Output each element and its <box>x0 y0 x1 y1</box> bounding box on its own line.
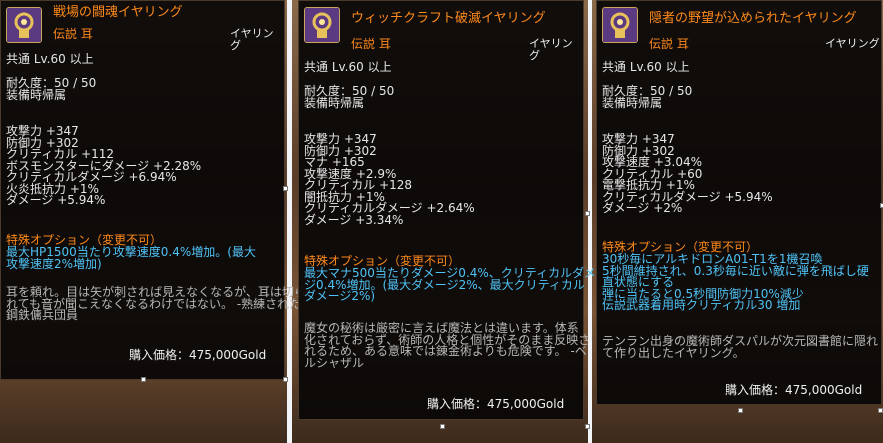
item-name: ウィッチクラフト破滅イヤリング <box>351 11 546 26</box>
item-slot: イヤリング <box>230 27 274 52</box>
special-option-text: 30秒毎にアルキドロンA01-T1を1機召喚 5秒間維持され、0.3秒毎に近い敵… <box>602 253 869 312</box>
binding: 装備時帰属 <box>304 96 365 110</box>
purchase-price: 購入価格：475,000Gold <box>725 383 863 397</box>
binding: 装備時帰属 <box>602 96 663 110</box>
resize-handle[interactable] <box>440 424 445 429</box>
item-slot: イヤリング <box>529 37 573 62</box>
resize-handle[interactable] <box>283 377 288 382</box>
resize-handle[interactable] <box>878 408 883 413</box>
lore-line: ルシャザル <box>304 355 365 370</box>
item-name: 戦場の闘魂イヤリング <box>53 5 183 20</box>
resize-handle[interactable] <box>585 424 590 429</box>
level-requirement: 共通 Lv.60 以上 <box>304 60 392 74</box>
resize-handle[interactable] <box>141 377 146 382</box>
binding: 装備時帰属 <box>6 88 67 102</box>
item-rarity: 伝説 耳 <box>649 37 689 51</box>
item-rarity: 伝説 耳 <box>53 27 93 41</box>
special-line: 攻撃速度2%増加) <box>6 256 102 271</box>
item-tooltip-1: 戦場の闘魂イヤリング 伝説 耳 イヤリング 共通 Lv.60 以上 耐久度：50… <box>0 0 306 380</box>
stat-list: 攻撃力 +347 防御力 +302 クリティカル +112 ボスモンスターにダメ… <box>6 125 201 207</box>
resize-handle[interactable] <box>283 186 288 191</box>
stat-line: ダメージ +2% <box>602 201 683 215</box>
item-tooltip-2: ウィッチクラフト破滅イヤリング 伝説 耳 イヤリング 共通 Lv.60 以上 耐… <box>298 0 608 420</box>
special-line: 伝説武器着用時クリティカル30 増加 <box>602 298 801 312</box>
special-line: ダメージ2%) <box>304 289 376 303</box>
stat-line: ダメージ +3.34% <box>304 212 404 227</box>
item-slot: イヤリング <box>825 37 880 50</box>
level-requirement: 共通 Lv.60 以上 <box>6 52 94 66</box>
earring-item-icon <box>6 7 42 43</box>
stat-line: ダメージ +5.94% <box>6 193 106 207</box>
earring-item-icon <box>304 7 340 43</box>
lore-line: 鋼鉄傭兵団員 <box>6 308 79 322</box>
item-tooltip-3: 隠者の野望が込められたイヤリング 伝説 耳 イヤリング 共通 Lv.60 以上 … <box>596 0 882 405</box>
earring-item-icon <box>602 7 638 43</box>
stat-list: 攻撃力 +347 防御力 +302 攻撃速度 +3.04% クリティカル +60… <box>602 133 773 215</box>
resize-handle[interactable] <box>738 408 743 413</box>
stat-list: 攻撃力 +347 防御力 +302 マナ +165 攻撃速度 +2.9% クリテ… <box>304 133 475 227</box>
lore-text: 耳を頼れ。目は矢が刺されば見えなくなるが、耳は切ら れても音が聞こえなくなるわけ… <box>6 286 306 322</box>
special-option-text: 最大マナ500当たりダメージ0.4%、クリティカルダメー ジ0.4%増加。(最大… <box>304 267 608 303</box>
purchase-price: 購入価格：475,000Gold <box>427 397 565 411</box>
lore-line: て作り出したイヤリング。 <box>602 345 745 360</box>
level-requirement: 共通 Lv.60 以上 <box>602 60 690 74</box>
purchase-price: 購入価格：475,000Gold <box>129 348 267 362</box>
lore-text: 魔女の秘術は厳密に言えば魔法とは違います。体系 化されておらず、術師の人格と個性… <box>304 322 590 370</box>
item-name: 隠者の野望が込められたイヤリング <box>649 11 857 26</box>
item-rarity: 伝説 耳 <box>351 37 391 51</box>
lore-text: テンラン出身の魔術師ダスパルが次元図書館に隠れ て作り出したイヤリング。 <box>602 335 878 360</box>
resize-handle[interactable] <box>585 211 590 216</box>
special-option-text: 最大HP1500当たり攻撃速度0.4%増加。(最大 攻撃速度2%増加) <box>6 246 256 271</box>
